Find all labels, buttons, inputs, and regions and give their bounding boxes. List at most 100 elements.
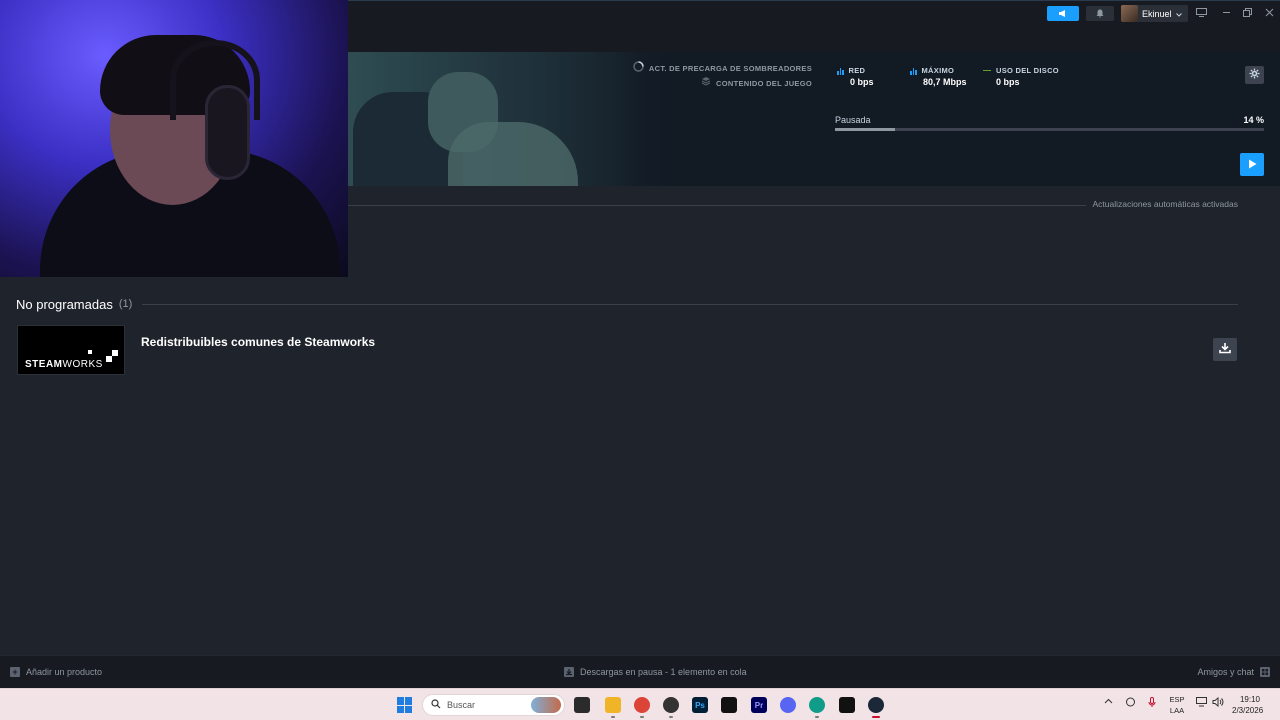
obs-icon[interactable] [663, 697, 679, 713]
artwork-figure [448, 122, 578, 186]
status-line: CONTENIDO DEL JUEGO [716, 78, 812, 88]
running-indicator [669, 716, 673, 718]
item-thumbnail[interactable]: STEAMWORKS [17, 325, 125, 375]
add-product-button[interactable]: + Añadir un producto [10, 667, 102, 677]
username: Ekinuel [1142, 8, 1172, 19]
capcut-icon[interactable] [721, 697, 737, 713]
status-content-row: CONTENIDO DEL JUEGO [633, 76, 812, 90]
microphone-icon[interactable] [1148, 697, 1156, 710]
tray-app-icon[interactable] [1125, 697, 1136, 709]
volume-icon[interactable] [1212, 696, 1224, 709]
stat-disk: USO DEL DISCO 0 bps [983, 66, 1059, 87]
progress-percent: 14 % [1243, 115, 1264, 125]
headphone [205, 85, 250, 180]
premiere-icon[interactable]: Pr [751, 697, 767, 713]
friends-chat-button[interactable]: Amigos y chat [1197, 667, 1270, 677]
download-banner [348, 52, 1280, 186]
photoshop-icon[interactable]: Ps [692, 697, 708, 713]
spinner-icon [633, 61, 644, 76]
auto-updates-row: Actualizaciones automáticas activadas [348, 199, 1238, 211]
avatar [1121, 5, 1138, 22]
section-count: (1) [118, 298, 133, 310]
game-artwork [348, 52, 638, 186]
megaphone-icon [1058, 5, 1068, 23]
chrome-icon[interactable] [634, 697, 650, 713]
user-menu-button[interactable]: Ekinuel [1121, 5, 1188, 22]
search-highlight-image [531, 697, 561, 713]
language-indicator[interactable]: ESP LAA [1168, 694, 1186, 716]
running-indicator [640, 716, 644, 718]
progress-status: Pausada [835, 115, 871, 125]
plus-icon: + [10, 667, 20, 677]
divider [348, 205, 1086, 206]
stat-value: 0 bps [850, 77, 874, 87]
stat-label: MÁXIMO [921, 66, 955, 75]
maximize-icon [1242, 4, 1252, 22]
download-icon [564, 667, 574, 677]
chevron-down-icon [1175, 9, 1182, 19]
big-picture-button[interactable] [1194, 6, 1208, 20]
notifications-button[interactable] [1086, 6, 1114, 21]
steam-icon[interactable] [868, 697, 884, 713]
file-explorer-icon[interactable] [605, 697, 621, 713]
close-button[interactable] [1262, 6, 1276, 20]
language-code: ESP [1169, 695, 1185, 704]
stat-value: 0 bps [996, 77, 1020, 87]
close-icon [1265, 4, 1274, 22]
minimize-button[interactable] [1219, 6, 1233, 20]
monitor-icon [1195, 4, 1207, 22]
capcut-icon[interactable] [839, 697, 855, 713]
tray-chevron-up-icon[interactable] [1104, 697, 1113, 706]
logo-square [106, 356, 112, 362]
announcements-button[interactable] [1047, 6, 1079, 21]
download-settings-button[interactable] [1245, 66, 1264, 84]
item-download-button[interactable] [1213, 338, 1237, 361]
logo-square [112, 350, 118, 356]
download-status: ACT. DE PRECARGA DE SOMBREADORES CONTENI… [633, 61, 812, 90]
clock-date: 2/3/2026 [1232, 706, 1264, 715]
auto-updates-text: Actualizaciones automáticas activadas [1092, 199, 1238, 209]
resume-download-button[interactable] [1240, 153, 1264, 176]
webcam-overlay [0, 0, 348, 277]
status-line: ACT. DE PRECARGA DE SOMBREADORES [648, 64, 812, 73]
discord-icon[interactable] [780, 697, 796, 713]
os-taskbar: Buscar Ps Pr ESP LAA 19:10 2/3/2026 [0, 688, 1280, 720]
downloads-status-button[interactable]: Descargas en pausa - 1 elemento en cola [564, 667, 747, 677]
system-clock[interactable]: 19:10 2/3/2026 [1232, 694, 1264, 716]
taskbar-search[interactable]: Buscar [422, 694, 565, 716]
progress-bar [835, 128, 1264, 131]
stat-network: RED 0 bps [837, 66, 874, 87]
task-view-icon[interactable] [574, 697, 590, 713]
bar-chart-icon [837, 67, 844, 75]
minimize-icon [1222, 4, 1231, 22]
clock-time: 19:10 [1239, 695, 1260, 704]
maximize-button[interactable] [1240, 6, 1254, 20]
search-placeholder: Buscar [447, 700, 476, 710]
active-indicator [872, 716, 880, 718]
stat-peak: MÁXIMO 80,7 Mbps [910, 66, 967, 87]
chat-icon [1260, 667, 1270, 677]
layers-icon [701, 76, 711, 90]
divider [142, 303, 1238, 305]
bar-chart-icon [910, 67, 917, 75]
add-product-label: Añadir un producto [26, 667, 103, 677]
footer-bar: + Añadir un producto Descargas en pausa … [0, 655, 1280, 688]
windows-start-icon[interactable] [397, 697, 413, 713]
friends-chat-label: Amigos y chat [1197, 667, 1254, 677]
logo-square [88, 350, 92, 354]
play-icon [1248, 156, 1257, 174]
downloads-status-text: Descargas en pausa - 1 elemento en cola [580, 667, 747, 677]
network-icon[interactable] [1196, 697, 1207, 709]
running-indicator [611, 716, 615, 718]
status-shader-row: ACT. DE PRECARGA DE SOMBREADORES [633, 61, 812, 76]
running-indicator [815, 716, 819, 718]
section-title: No programadas [16, 296, 113, 312]
keyboard-layout: LAA [1169, 706, 1185, 715]
item-title[interactable]: Redistribuibles comunes de Steamworks [141, 335, 375, 349]
download-icon [1219, 341, 1231, 359]
section-header-unscheduled: No programadas (1) [16, 295, 1238, 313]
gear-icon [1249, 66, 1260, 84]
stat-label: RED [848, 66, 866, 75]
stat-value: 80,7 Mbps [923, 77, 967, 87]
edge-icon[interactable] [809, 697, 825, 713]
